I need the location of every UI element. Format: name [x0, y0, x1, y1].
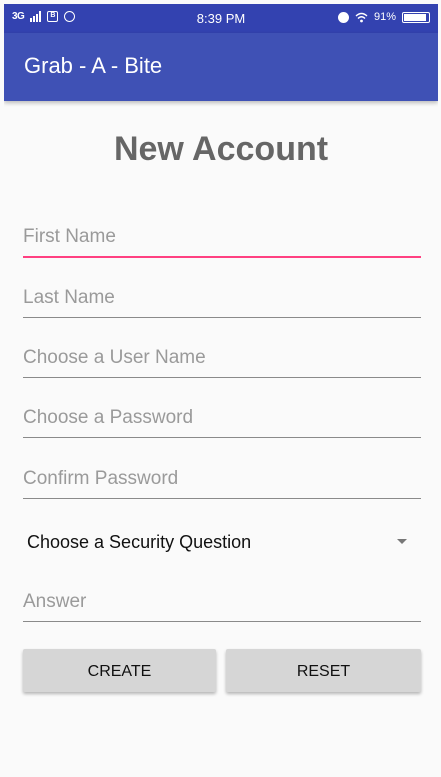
status-bar: 3G B 8:39 PM 91%	[4, 4, 438, 33]
first-name-input[interactable]	[23, 218, 421, 256]
app-screen: 3G B 8:39 PM 91% Grab - A - Bite New Acc…	[4, 4, 438, 773]
confirm-password-field[interactable]	[23, 459, 421, 499]
status-right: 91%	[337, 11, 430, 23]
reset-button[interactable]: RESET	[226, 649, 421, 692]
create-button[interactable]: CREATE	[23, 649, 216, 692]
wifi-icon	[355, 12, 368, 22]
user-name-input[interactable]	[23, 338, 421, 377]
page-title: New Account	[113, 130, 329, 168]
app-bar: Grab - A - Bite	[4, 33, 438, 101]
answer-field[interactable]	[23, 582, 421, 622]
confirm-password-input[interactable]	[23, 459, 421, 498]
security-question-dropdown[interactable]: Choose a Security Question	[23, 524, 421, 560]
app-title: Grab - A - Bite	[24, 53, 163, 78]
last-name-input[interactable]	[23, 278, 421, 317]
dropdown-arrow-icon	[397, 539, 407, 544]
password-input[interactable]	[23, 398, 421, 437]
password-field[interactable]	[23, 398, 421, 438]
user-name-field[interactable]	[23, 338, 421, 378]
alarm-icon	[337, 11, 349, 23]
battery-icon	[402, 11, 430, 23]
last-name-field[interactable]	[23, 278, 421, 318]
battery-percent: 91%	[373, 11, 396, 23]
first-name-field[interactable]	[23, 218, 421, 258]
security-question-selected: Choose a Security Question	[27, 532, 252, 552]
answer-input[interactable]	[23, 582, 421, 621]
